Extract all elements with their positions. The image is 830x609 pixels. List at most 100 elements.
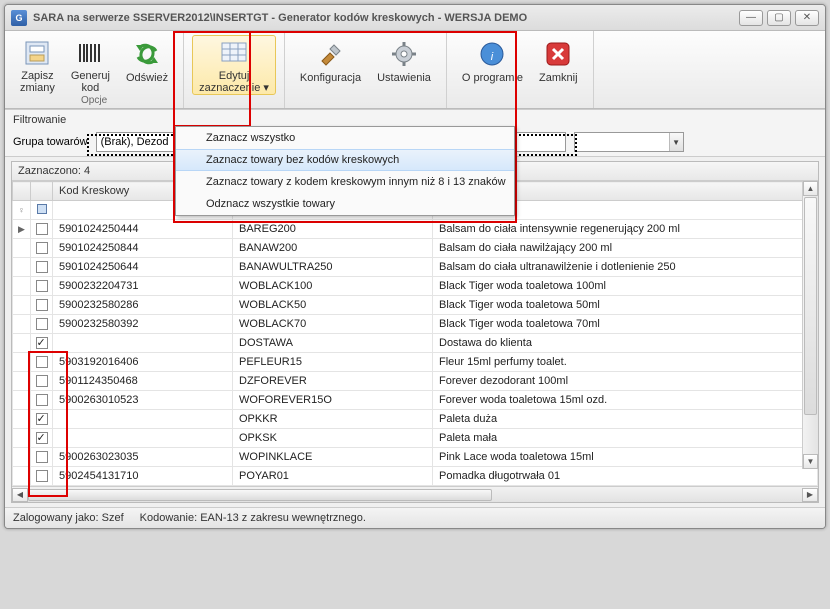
cell-nazwa: Dostawa do klienta [433, 334, 818, 353]
row-checkbox[interactable] [31, 410, 53, 429]
refresh-button[interactable]: Odśwież [119, 35, 175, 95]
filter-indicator[interactable]: ♀ [13, 201, 31, 220]
table-row[interactable]: 5901124350468DZFOREVERForever dezodorant… [13, 372, 818, 391]
cell-kod: 5902454131710 [53, 467, 233, 486]
row-checkbox[interactable] [31, 391, 53, 410]
table-row[interactable]: 5900263010523WOFOREVER15OForever woda to… [13, 391, 818, 410]
scroll-down-button[interactable]: ▼ [803, 454, 818, 469]
barcode-icon [74, 38, 106, 68]
table-row[interactable]: ▶5901024250444BAREG200Balsam do ciała in… [13, 220, 818, 239]
vertical-scrollbar[interactable]: ▲ ▼ [802, 181, 818, 469]
horizontal-scrollbar[interactable]: ◀ ▶ [12, 486, 818, 502]
cell-kod: 5901024250844 [53, 239, 233, 258]
row-checkbox[interactable] [31, 467, 53, 486]
grid-table: Kod Kreskowy Symbol Nazwa ♀ ▶59010242504… [12, 181, 818, 486]
cell-symbol: WOFOREVER15O [233, 391, 433, 410]
row-checkbox[interactable] [31, 258, 53, 277]
close-icon [542, 38, 574, 70]
cell-kod: 5901024250444 [53, 220, 233, 239]
checkbox-header[interactable] [31, 182, 53, 201]
cell-kod [53, 429, 233, 448]
save-changes-button[interactable]: Zapisz zmiany [13, 35, 62, 95]
row-checkbox[interactable] [31, 353, 53, 372]
group-combo-extra[interactable]: ▼ [574, 132, 684, 152]
cell-nazwa: Pink Lace woda toaletowa 15ml [433, 448, 818, 467]
table-row[interactable]: 5900263023035WOPINKLACEPink Lace woda to… [13, 448, 818, 467]
menu-deselect-all[interactable]: Odznacz wszystkie towary [176, 193, 514, 215]
cell-kod: 5900232580392 [53, 315, 233, 334]
cell-nazwa: Balsam do ciała intensywnie regenerujący… [433, 220, 818, 239]
filter-checkbox[interactable] [31, 201, 53, 220]
row-indicator: ▶ [13, 220, 31, 239]
scroll-right-button[interactable]: ▶ [802, 488, 818, 502]
table-row[interactable]: 5901024250644BANAWULTRA250Balsam do ciał… [13, 258, 818, 277]
status-bar: Zalogowany jako: Szef Kodowanie: EAN-13 … [5, 507, 825, 528]
row-indicator [13, 391, 31, 410]
cell-nazwa: Black Tiger woda toaletowa 100ml [433, 277, 818, 296]
row-indicator [13, 448, 31, 467]
scroll-up-button[interactable]: ▲ [803, 181, 818, 196]
row-indicator [13, 334, 31, 353]
row-indicator [13, 258, 31, 277]
table-row[interactable]: 5900232580286WOBLACK50Black Tiger woda t… [13, 296, 818, 315]
app-icon: G [11, 10, 27, 26]
menu-select-wrong-length[interactable]: Zaznacz towary z kodem kreskowym innym n… [176, 171, 514, 193]
table-row[interactable]: OPKKRPaleta duża [13, 410, 818, 429]
row-checkbox[interactable] [31, 220, 53, 239]
table-row[interactable]: 5901024250844BANAW200Balsam do ciała naw… [13, 239, 818, 258]
menu-select-no-barcode[interactable]: Zaznacz towary bez kodów kreskowych [176, 149, 514, 171]
cell-kod: 5903192016406 [53, 353, 233, 372]
row-checkbox[interactable] [31, 429, 53, 448]
status-user: Zalogowany jako: Szef [13, 512, 124, 524]
gear-icon [388, 38, 420, 70]
configuration-button[interactable]: Konfiguracja [293, 35, 368, 95]
cell-nazwa: Paleta mała [433, 429, 818, 448]
table-row[interactable]: 5900232204731WOBLACK100Black Tiger woda … [13, 277, 818, 296]
row-checkbox[interactable] [31, 334, 53, 353]
minimize-button[interactable]: — [739, 10, 763, 26]
cell-nazwa: Black Tiger woda toaletowa 70ml [433, 315, 818, 334]
scroll-left-button[interactable]: ◀ [12, 488, 28, 502]
horizontal-scroll-thumb[interactable] [28, 489, 492, 501]
row-indicator [13, 429, 31, 448]
row-checkbox[interactable] [31, 296, 53, 315]
row-indicator [13, 296, 31, 315]
row-indicator [13, 372, 31, 391]
menu-select-all[interactable]: Zaznacz wszystko [176, 127, 514, 149]
about-button[interactable]: i O programie [455, 35, 530, 95]
cell-kod: 5901124350468 [53, 372, 233, 391]
group-label: Grupa towarów [13, 136, 88, 148]
row-indicator [13, 410, 31, 429]
app-window: G SARA na serwerze SSERVER2012\INSERTGT … [4, 4, 826, 529]
maximize-button[interactable]: ▢ [767, 10, 791, 26]
cell-symbol: WOBLACK100 [233, 277, 433, 296]
row-checkbox[interactable] [31, 448, 53, 467]
table-row[interactable]: OPKSKPaleta mała [13, 429, 818, 448]
cell-kod: 5900232204731 [53, 277, 233, 296]
close-button[interactable]: ✕ [795, 10, 819, 26]
status-encoding: Kodowanie: EAN-13 z zakresu wewnętrznego… [140, 512, 366, 524]
info-icon: i [476, 38, 508, 70]
indicator-header[interactable] [13, 182, 31, 201]
row-checkbox[interactable] [31, 372, 53, 391]
close-app-button[interactable]: Zamknij [532, 35, 585, 95]
table-row[interactable]: 5902454131710POYAR01Pomadka długotrwała … [13, 467, 818, 486]
row-checkbox[interactable] [31, 239, 53, 258]
filter-title: Filtrowanie [13, 114, 817, 126]
cell-symbol: WOPINKLACE [233, 448, 433, 467]
row-checkbox[interactable] [31, 315, 53, 334]
vertical-scroll-thumb[interactable] [804, 197, 817, 415]
generate-code-button[interactable]: Generuj kod [64, 35, 117, 95]
group-combo-extra-input[interactable] [575, 133, 669, 151]
edit-selection-button[interactable]: Edytuj zaznaczenie ▾ [192, 35, 276, 95]
table-row[interactable]: DOSTAWADostawa do klienta [13, 334, 818, 353]
row-checkbox[interactable] [31, 277, 53, 296]
cell-kod: 5900232580286 [53, 296, 233, 315]
cell-symbol: WOBLACK70 [233, 315, 433, 334]
table-row[interactable]: 5900232580392WOBLACK70Black Tiger woda t… [13, 315, 818, 334]
cell-kod: 5901024250644 [53, 258, 233, 277]
combo-dropdown-button[interactable]: ▼ [669, 133, 683, 151]
cell-nazwa: Balsam do ciała nawilżający 200 ml [433, 239, 818, 258]
table-row[interactable]: 5903192016406PEFLEUR15Fleur 15ml perfumy… [13, 353, 818, 372]
settings-button[interactable]: Ustawienia [370, 35, 438, 95]
